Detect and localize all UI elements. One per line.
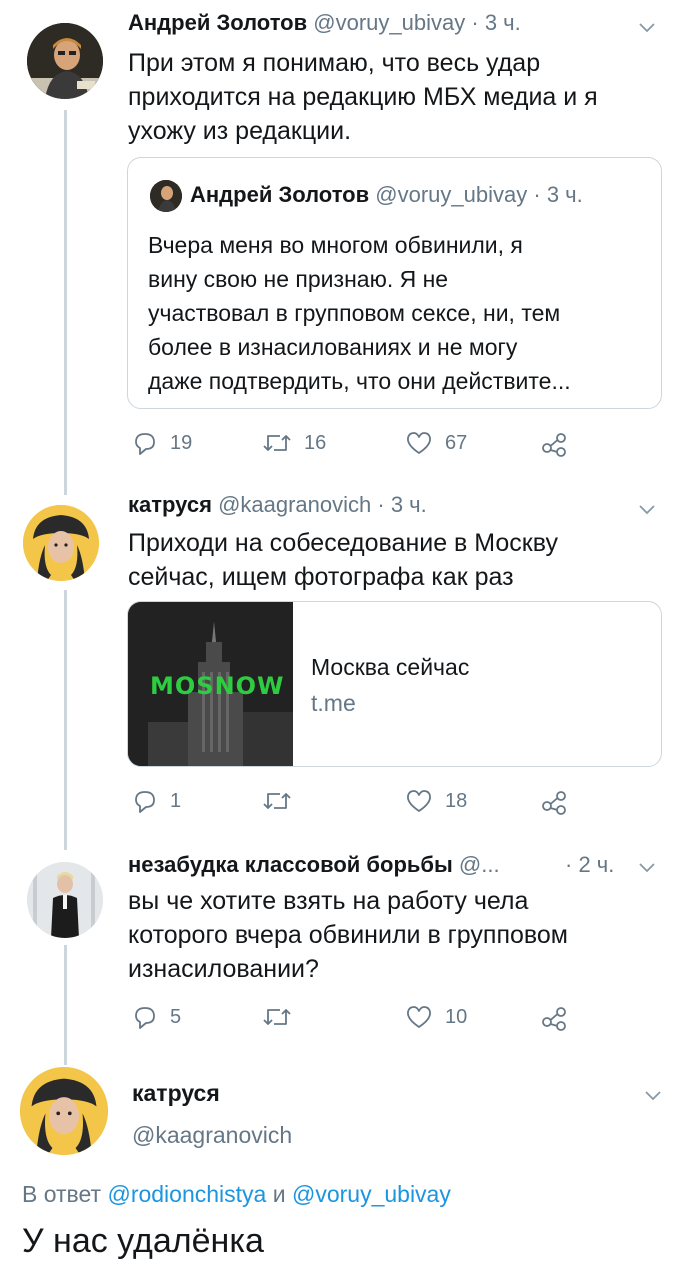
reply-count: 19	[170, 431, 193, 454]
retweet-icon	[263, 793, 291, 809]
retweet-button[interactable]	[262, 1004, 304, 1030]
tweet-header: катруся @kaagranovich · 3 ч.	[128, 492, 427, 518]
reply-context: В ответ @rodionchistya и @voruy_ubivay	[22, 1181, 451, 1208]
like-count: 18	[445, 789, 468, 812]
link-card-title: Москва сейчас	[311, 654, 470, 680]
reply-count: 5	[170, 1005, 182, 1028]
avatar[interactable]	[23, 505, 99, 581]
avatar-photo	[20, 1067, 108, 1155]
tweet-header: Андрей Золотов @voruy_ubivay · 3 ч.	[128, 10, 521, 36]
link-card-image: MOSNOW	[128, 602, 293, 766]
quoted-avatar	[150, 180, 182, 212]
author-name[interactable]: катруся	[128, 492, 212, 517]
reply-prefix: В ответ	[22, 1181, 102, 1207]
quoted-header: Андрей Золотов @voruy_ubivay · 3 ч.	[190, 182, 583, 208]
author-handle[interactable]: @...	[459, 852, 500, 877]
quoted-timestamp: · 3 ч.	[533, 182, 583, 207]
retweet-button[interactable]	[262, 788, 304, 814]
reply-user-link[interactable]: @rodionchistya	[107, 1181, 266, 1207]
timestamp[interactable]: · 3 ч.	[377, 492, 426, 517]
timestamp[interactable]: · 3 ч.	[471, 10, 520, 35]
author-name[interactable]: незабудка классовой борьбы	[128, 852, 453, 877]
retweet-icon	[263, 1009, 291, 1025]
retweet-button[interactable]: 16	[262, 430, 326, 456]
reply-button[interactable]: 5	[132, 1004, 181, 1030]
reply-icon	[135, 433, 155, 455]
heart-icon	[407, 1006, 431, 1028]
reply-icon	[135, 1007, 155, 1029]
thread-line	[64, 945, 67, 1065]
avatar-photo	[23, 505, 99, 581]
reply-count: 1	[170, 789, 182, 812]
mosnow-logo: MOSNOW	[150, 672, 285, 700]
avatar[interactable]	[27, 23, 103, 99]
share-icon[interactable]	[541, 1004, 569, 1032]
reply-user-link[interactable]: @voruy_ubivay	[292, 1181, 451, 1207]
reply-button[interactable]: 19	[132, 430, 192, 456]
like-button[interactable]: 10	[405, 1004, 467, 1030]
quoted-author-name: Андрей Золотов	[190, 182, 370, 207]
tweet-text: Приходи на собеседование в Москву сейчас…	[128, 529, 558, 591]
thread-line	[64, 590, 67, 850]
thread-line	[64, 110, 67, 495]
author-handle[interactable]: @kaagranovich	[132, 1122, 292, 1149]
author-handle[interactable]: @voruy_ubivay	[313, 10, 465, 35]
heart-icon	[407, 432, 431, 454]
like-count: 10	[445, 1005, 468, 1028]
quoted-author-handle: @voruy_ubivay	[375, 182, 528, 207]
reply-icon	[135, 791, 155, 813]
heart-icon	[407, 790, 431, 812]
avatar-photo	[27, 23, 103, 99]
author-handle[interactable]: @kaagranovich	[218, 492, 371, 517]
like-button[interactable]: 67	[405, 430, 467, 456]
quoted-tweet[interactable]: Андрей Золотов @voruy_ubivay · 3 ч. Вчер…	[127, 157, 662, 409]
chevron-down-icon[interactable]	[636, 16, 658, 38]
reply-button[interactable]: 1	[132, 788, 181, 814]
share-icon[interactable]	[541, 430, 569, 458]
avatar[interactable]	[27, 862, 103, 938]
quoted-text: Вчера меня во многом обвинили, я вину св…	[148, 232, 571, 394]
share-icon[interactable]	[541, 788, 569, 816]
tweet-text: вы че хотите взять на работу чела которо…	[128, 887, 568, 983]
like-button[interactable]: 18	[405, 788, 467, 814]
link-card-domain: t.me	[311, 690, 356, 716]
chevron-down-icon[interactable]	[636, 498, 658, 520]
retweet-count: 16	[304, 431, 327, 454]
avatar-photo	[27, 862, 103, 938]
author-name[interactable]: Андрей Золотов	[128, 10, 307, 35]
tweet-header: незабудка классовой борьбы @...	[128, 852, 500, 878]
main-tweet-text: У нас удалёнка	[22, 1222, 264, 1260]
reply-and: и	[272, 1181, 286, 1207]
retweet-icon	[263, 435, 291, 451]
avatar[interactable]	[20, 1067, 108, 1155]
timestamp[interactable]: · 2 ч.	[565, 852, 614, 878]
chevron-down-icon[interactable]	[642, 1084, 664, 1106]
chevron-down-icon[interactable]	[636, 856, 658, 878]
like-count: 67	[445, 431, 468, 454]
tweet-text: При этом я понимаю, что весь удар приход…	[128, 49, 598, 145]
link-card[interactable]: MOSNOW Москва сейчас t.me	[127, 601, 662, 767]
author-name[interactable]: катруся	[132, 1080, 220, 1107]
